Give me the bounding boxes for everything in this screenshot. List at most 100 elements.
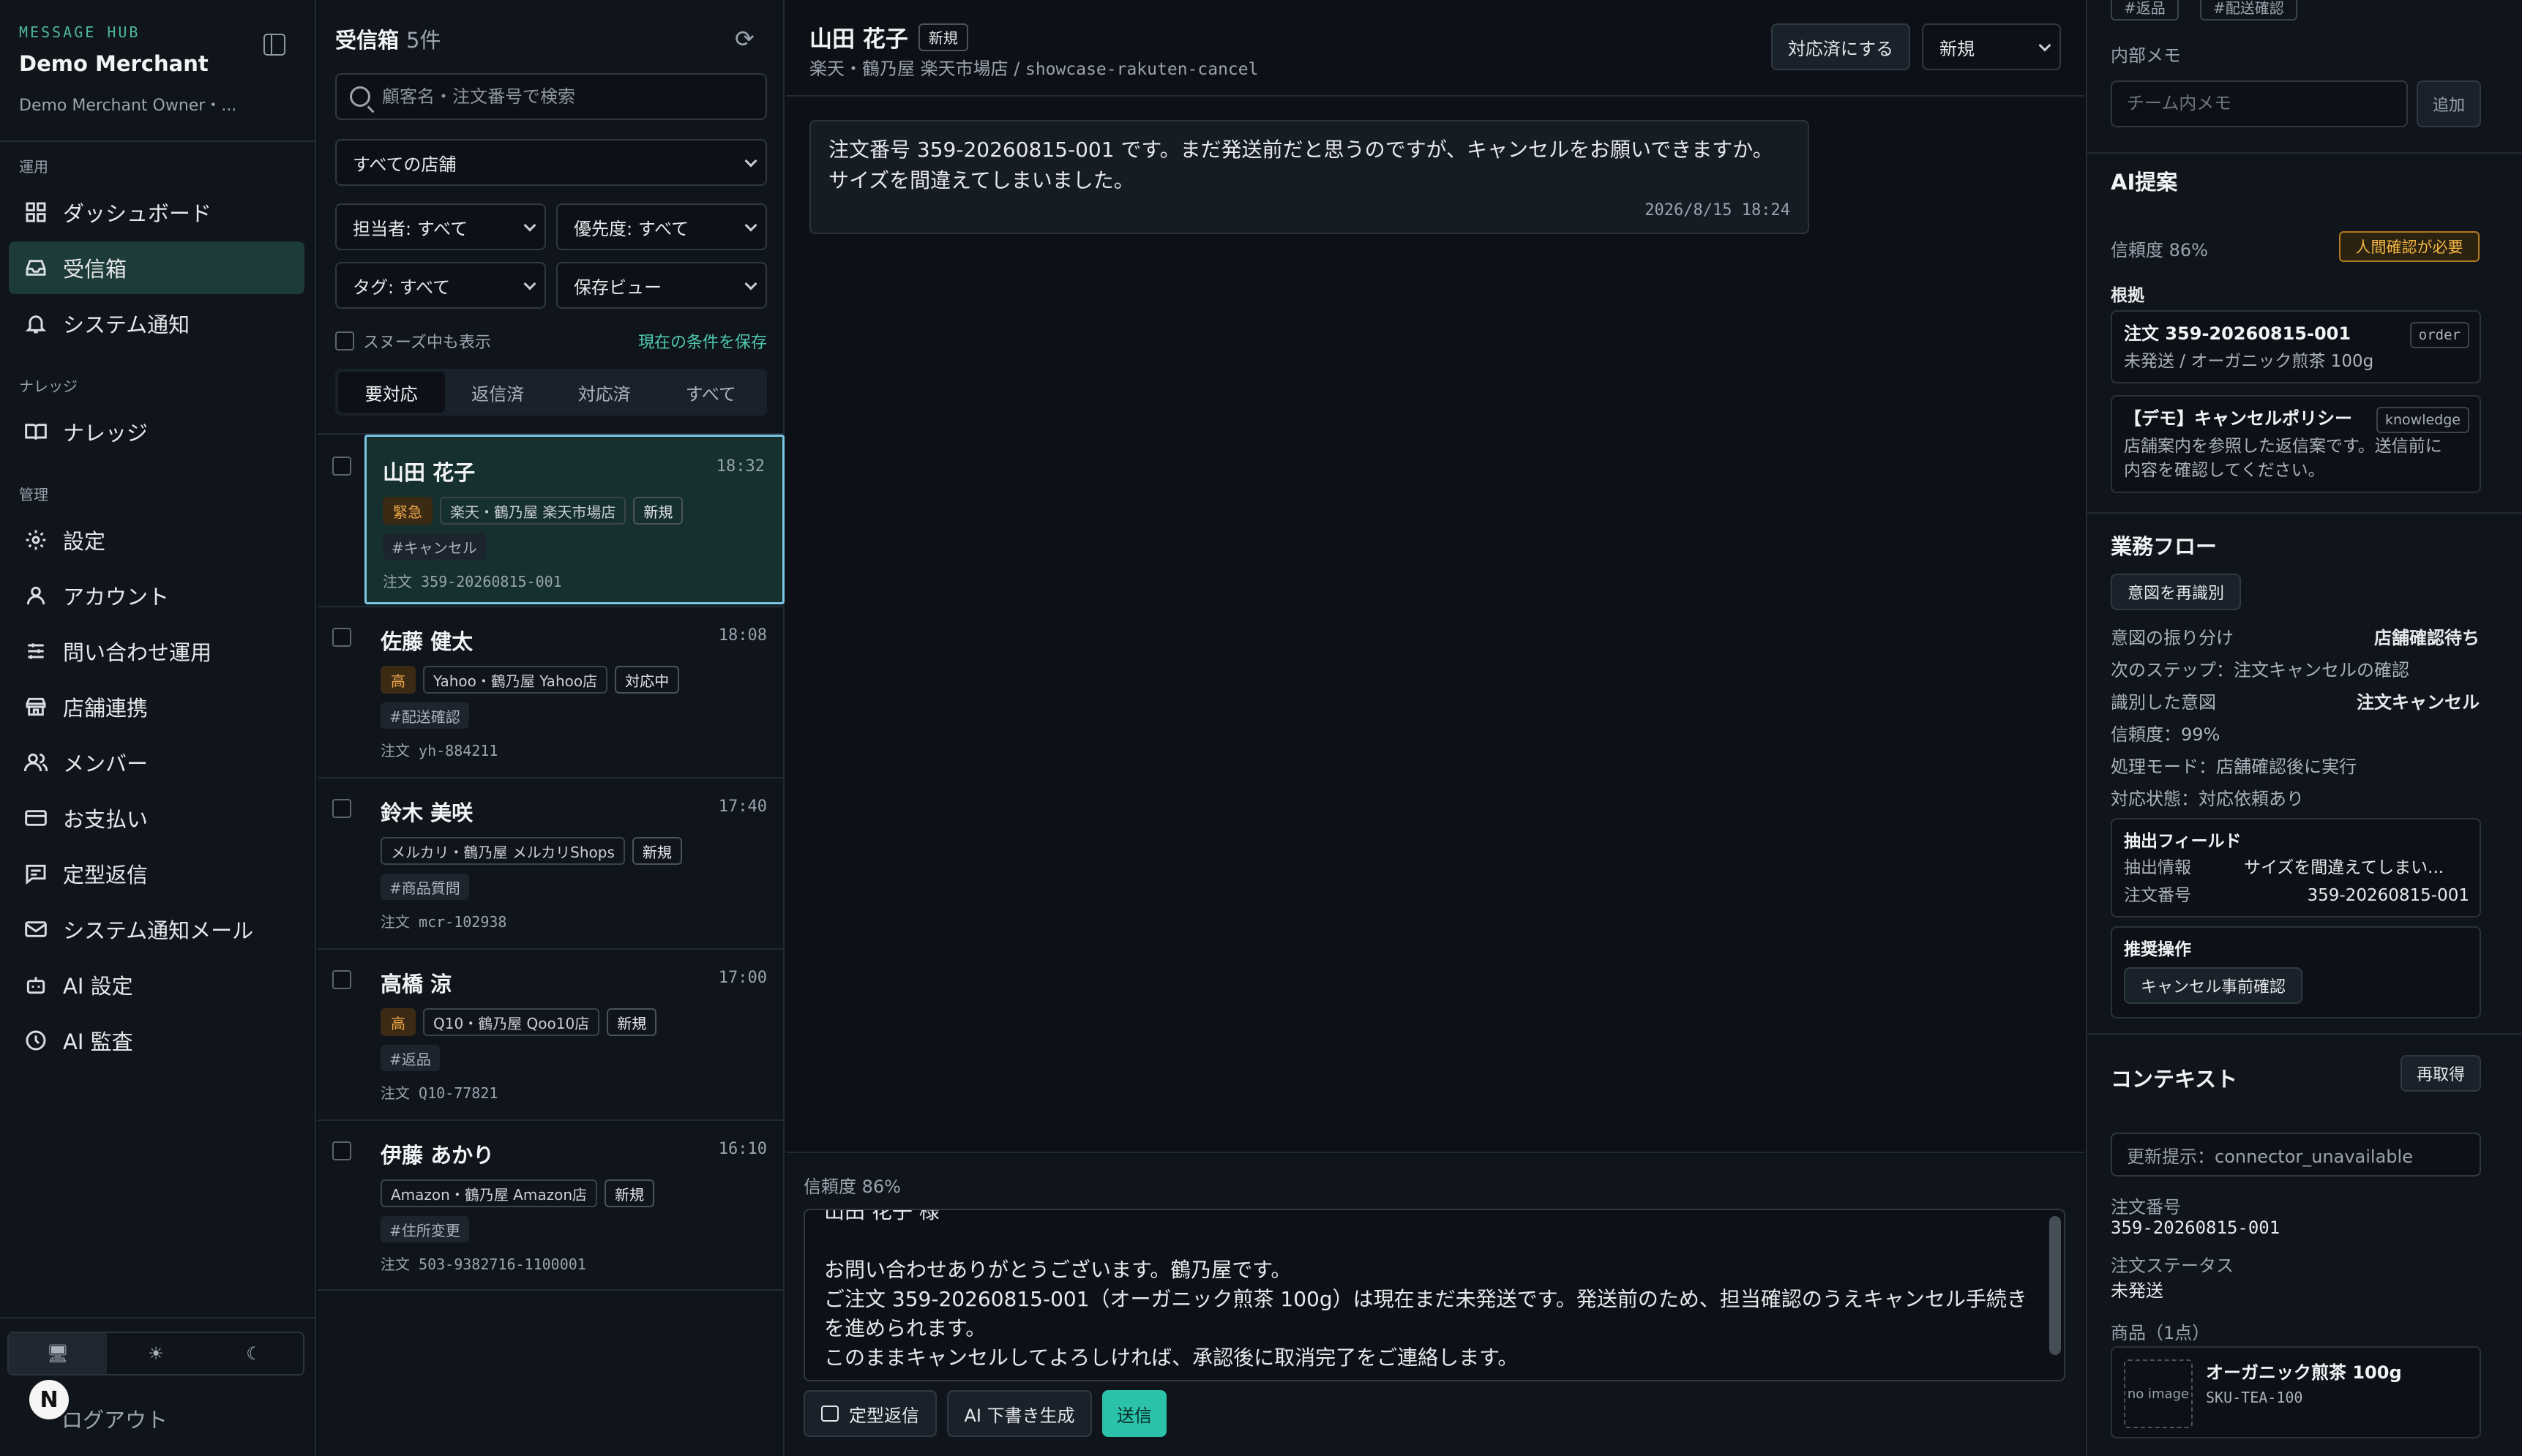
sidebar-item-templates[interactable]: 定型返信 [9,847,304,900]
tag-chip: #配送確認 [2200,0,2297,20]
order-number: 注文 503-9382716-1100001 [381,1256,586,1273]
row-checkbox[interactable] [332,628,351,647]
refetch-button[interactable]: 再取得 [2401,1055,2481,1092]
sidebar-item-dashboard[interactable]: ダッシュボード [9,186,304,239]
save-condition-link[interactable]: 現在の条件を保存 [635,329,767,353]
scrollbar[interactable] [2049,1216,2061,1355]
memo-label: 内部メモ [2111,45,2181,66]
sidebar-item-system-notice[interactable]: システム通知 [9,297,304,350]
sidebar-item-account[interactable]: アカウント [9,569,304,622]
assignee-filter[interactable]: 担当者: すべて [335,203,546,250]
user-icon [23,583,48,608]
status-badge: 新規 [918,23,968,51]
sidebar-item-inbox[interactable]: 受信箱 [9,241,304,294]
saved-view-select[interactable]: 保存ビュー [556,262,767,309]
cancel-precheck-button[interactable]: キャンセル事前確認 [2124,967,2302,1004]
order-number: 注文 359-20260815-001 [383,573,562,590]
extracted-fields-title: 抽出フィールド [2124,832,2242,851]
conversation-row[interactable]: 伊藤 あかり 16:10 Amazon・鶴乃屋 Amazon店 新規 #住所変更… [318,1119,785,1289]
evidence-card[interactable]: 【デモ】キャンセルポリシー knowledge 店舗案内を参照した返信案です。送… [2111,395,2481,493]
conversation-time: 17:00 [718,969,767,987]
customer-message: 注文番号 359-20260815-001 です。まだ発送前だと思うのですが、キ… [809,120,1809,234]
resolve-button[interactable]: 対応済にする [1771,23,1910,70]
search-input[interactable] [382,86,748,107]
status-select[interactable]: 新規 [1922,23,2061,70]
logout-link[interactable]: ログアウト [61,1403,168,1434]
store-badge: Amazon・鶴乃屋 Amazon店 [381,1179,598,1207]
sidebar-item-billing[interactable]: お支払い [9,792,304,844]
sidebar-item-label: システム通知 [63,312,190,337]
message-text: 注文番号 359-20260815-001 です。まだ発送前だと思うのですが、キ… [828,138,1773,192]
memo-input[interactable] [2111,80,2408,127]
chevron-down-icon [523,219,536,232]
sidebar-item-store-integration[interactable]: 店舗連携 [9,680,304,733]
product-card[interactable]: no image オーガニック煎茶 100g SKU-TEA-100 [2111,1346,2481,1438]
sidebar-item-settings[interactable]: 設定 [9,514,304,566]
conversation-card[interactable]: 山田 花子 18:32 緊急 楽天・鶴乃屋 楽天市場店 新規 #キャンセル 注文… [364,435,785,604]
store-filter[interactable]: すべての店舗 [335,139,767,186]
row-checkbox[interactable] [332,1141,351,1160]
conversation-row[interactable]: 山田 花子 18:32 緊急 楽天・鶴乃屋 楽天市場店 新規 #キャンセル 注文… [318,435,785,604]
evidence-body: 未発送 / オーガニック煎茶 100g [2124,352,2374,371]
conversation-row[interactable]: 佐藤 健太 18:08 高 Yahoo・鶴乃屋 Yahoo店 対応中 #配送確認… [318,606,785,776]
conversation-card[interactable]: 伊藤 あかり 16:10 Amazon・鶴乃屋 Amazon店 新規 #住所変更… [364,1119,785,1289]
update-hint: 更新提示：connector_unavailable [2111,1133,2481,1177]
ai-draft-button[interactable]: AI 下書き生成 [947,1390,1092,1437]
dashboard-icon [23,200,48,225]
template-reply-button[interactable]: 定型返信 [804,1390,937,1437]
context-status-value: 未発送 [2111,1280,2163,1301]
tab-needs-action[interactable]: 要対応 [338,372,445,413]
monitor-icon[interactable]: 🖥 [9,1333,107,1374]
brand-kicker: MESSAGE HUB [19,23,141,41]
tab-resolved[interactable]: 対応済 [551,372,658,413]
chevron-down-icon [744,277,757,290]
sidebar-item-label: ダッシュボード [63,201,212,226]
sidebar-item-notice-mail[interactable]: システム通知メール [9,903,304,956]
inbox-icon [23,255,48,280]
store-badge: Q10・鶴乃屋 Qoo10店 [423,1008,600,1036]
sidebar-item-label: お支払い [63,807,149,832]
evidence-card[interactable]: 注文 359-20260815-001 order 未発送 / オーガニック煎茶… [2111,310,2481,383]
sidebar-collapse-icon[interactable] [263,34,285,56]
refresh-icon[interactable]: ⟳ [735,25,755,53]
row-checkbox[interactable] [332,457,351,476]
conversation-card[interactable]: 佐藤 健太 18:08 高 Yahoo・鶴乃屋 Yahoo店 対応中 #配送確認… [364,606,785,776]
avatar[interactable]: N [26,1377,72,1422]
row-checkbox[interactable] [332,970,351,989]
sidebar-item-knowledge[interactable]: ナレッジ [9,405,304,458]
sidebar-item-inquiry-ops[interactable]: 問い合わせ運用 [9,625,304,678]
tab-all[interactable]: すべて [658,372,765,413]
tag-filter[interactable]: タグ: すべて [335,262,546,309]
divider [786,95,2084,97]
bell-icon [23,311,48,336]
reidentify-button[interactable]: 意図を再識別 [2111,574,2241,610]
sun-icon[interactable]: ☀ [107,1333,205,1374]
priority-filter[interactable]: 優先度: すべて [556,203,767,250]
conversation-row[interactable]: 高橋 涼 17:00 高 Q10・鶴乃屋 Qoo10店 新規 #返品 注文 Q1… [318,948,785,1118]
reply-textarea[interactable]: 山田 花子 様 お問い合わせありがとうございます。鶴乃屋です。 ご注文 359-… [804,1209,2065,1381]
sidebar-item-members[interactable]: メンバー [9,736,304,789]
memo-add-button[interactable]: 追加 [2417,80,2481,127]
sidebar-item-label: システム通知メール [63,918,254,943]
snooze-checkbox[interactable] [335,331,354,350]
store-badge: メルカリ・鶴乃屋 メルカリShops [381,837,625,865]
sidebar-item-label: メンバー [63,751,149,776]
snooze-toggle[interactable]: スヌーズ中も表示 [335,329,491,353]
moon-icon[interactable]: ☾ [205,1333,303,1374]
context-status-label: 注文ステータス [2111,1256,2234,1276]
badges: 緊急 楽天・鶴乃屋 楽天市場店 新規 [383,497,684,525]
priority-badge: 緊急 [383,497,433,525]
conversation-card[interactable]: 高橋 涼 17:00 高 Q10・鶴乃屋 Qoo10店 新規 #返品 注文 Q1… [364,948,785,1118]
sidebar-item-ai-audit[interactable]: AI 監査 [9,1014,304,1067]
extracted-fields-card: 抽出フィールド 抽出情報 サイズを間違えてしまい... 注文番号 359-202… [2111,818,2481,917]
conversation-time: 18:08 [718,626,767,645]
section-label-knowledge: ナレッジ [19,378,78,395]
send-button[interactable]: 送信 [1102,1390,1167,1437]
conversation-card[interactable]: 鈴木 美咲 17:40 メルカリ・鶴乃屋 メルカリShops 新規 #商品質問 … [364,777,785,947]
row-checkbox[interactable] [332,799,351,818]
next-step: 次のステップ：注文キャンセルの確認 [2111,660,2409,680]
tab-replied[interactable]: 返信済 [445,372,552,413]
conversation-row[interactable]: 鈴木 美咲 17:40 メルカリ・鶴乃屋 メルカリShops 新規 #商品質問 … [318,777,785,947]
conversation-slug: showcase-rakuten-cancel [1025,60,1259,79]
sidebar-item-ai-settings[interactable]: AI 設定 [9,958,304,1011]
